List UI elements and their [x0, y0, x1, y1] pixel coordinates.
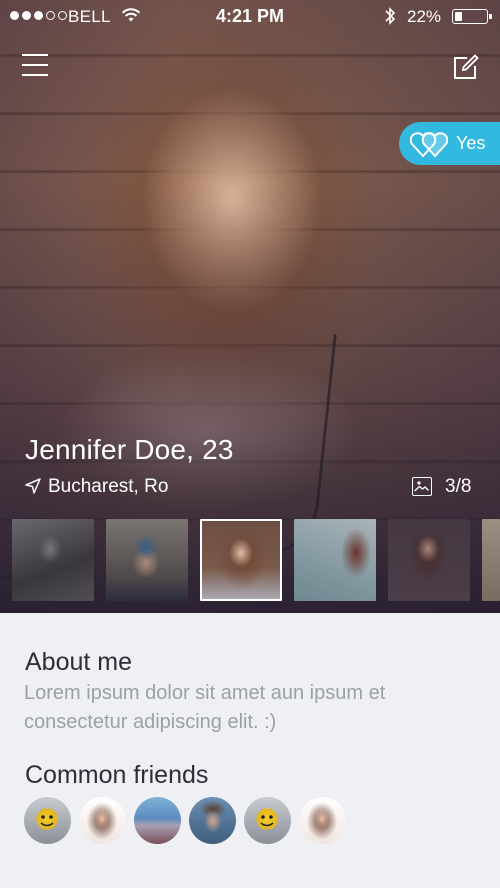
- hamburger-menu-icon: [22, 54, 48, 76]
- photo-thumbnail-6[interactable]: [482, 519, 500, 601]
- status-bar: BELL 4:21 PM 22%: [0, 0, 500, 32]
- battery-icon: [452, 9, 492, 24]
- photo-thumbnail-4[interactable]: [294, 519, 376, 601]
- photo-count: 3/8: [445, 476, 472, 497]
- friend-avatar-4[interactable]: [189, 797, 236, 844]
- about-me-heading: About me: [25, 648, 133, 676]
- bluetooth-icon: [385, 7, 396, 25]
- location-arrow-icon: [25, 478, 41, 494]
- common-friends-heading: Common friends: [25, 761, 209, 789]
- friend-avatar-1[interactable]: [24, 797, 71, 844]
- match-yes-label: Yes: [456, 133, 486, 153]
- profile-details: About me Lorem ipsum dolor sit amet aun …: [0, 613, 500, 888]
- photo-thumbnail-2[interactable]: [106, 519, 188, 601]
- menu-button[interactable]: [22, 52, 48, 78]
- photo-thumbnail-1[interactable]: [12, 519, 94, 601]
- edit-button[interactable]: [452, 53, 480, 81]
- hearts-icon: [410, 132, 448, 158]
- friend-avatar-6[interactable]: [299, 797, 346, 844]
- about-me-text: Lorem ipsum dolor sit amet aun ipsum et …: [24, 682, 386, 733]
- photo-thumbnail-strip: [12, 519, 500, 601]
- battery-level: [455, 12, 462, 21]
- photo-thumbnail-3-selected[interactable]: [200, 519, 282, 601]
- photo-thumbnail-5[interactable]: [388, 519, 470, 601]
- friend-avatar-2[interactable]: [79, 797, 126, 844]
- match-yes-badge[interactable]: Yes: [399, 122, 500, 165]
- profile-hero-photo[interactable]: BELL 4:21 PM 22% Yes Jennifer Doe, 23 Bu…: [0, 0, 500, 613]
- friend-avatar-5[interactable]: [244, 797, 291, 844]
- profile-location: Bucharest, Ro: [48, 476, 169, 497]
- battery-percentage: 22%: [407, 7, 442, 26]
- friend-avatar-3[interactable]: [134, 797, 181, 844]
- edit-compose-icon: [454, 54, 479, 79]
- profile-name: Jennifer Doe, 23: [25, 434, 234, 465]
- common-friends-list: [24, 797, 364, 845]
- photo-gallery-icon: [412, 477, 432, 496]
